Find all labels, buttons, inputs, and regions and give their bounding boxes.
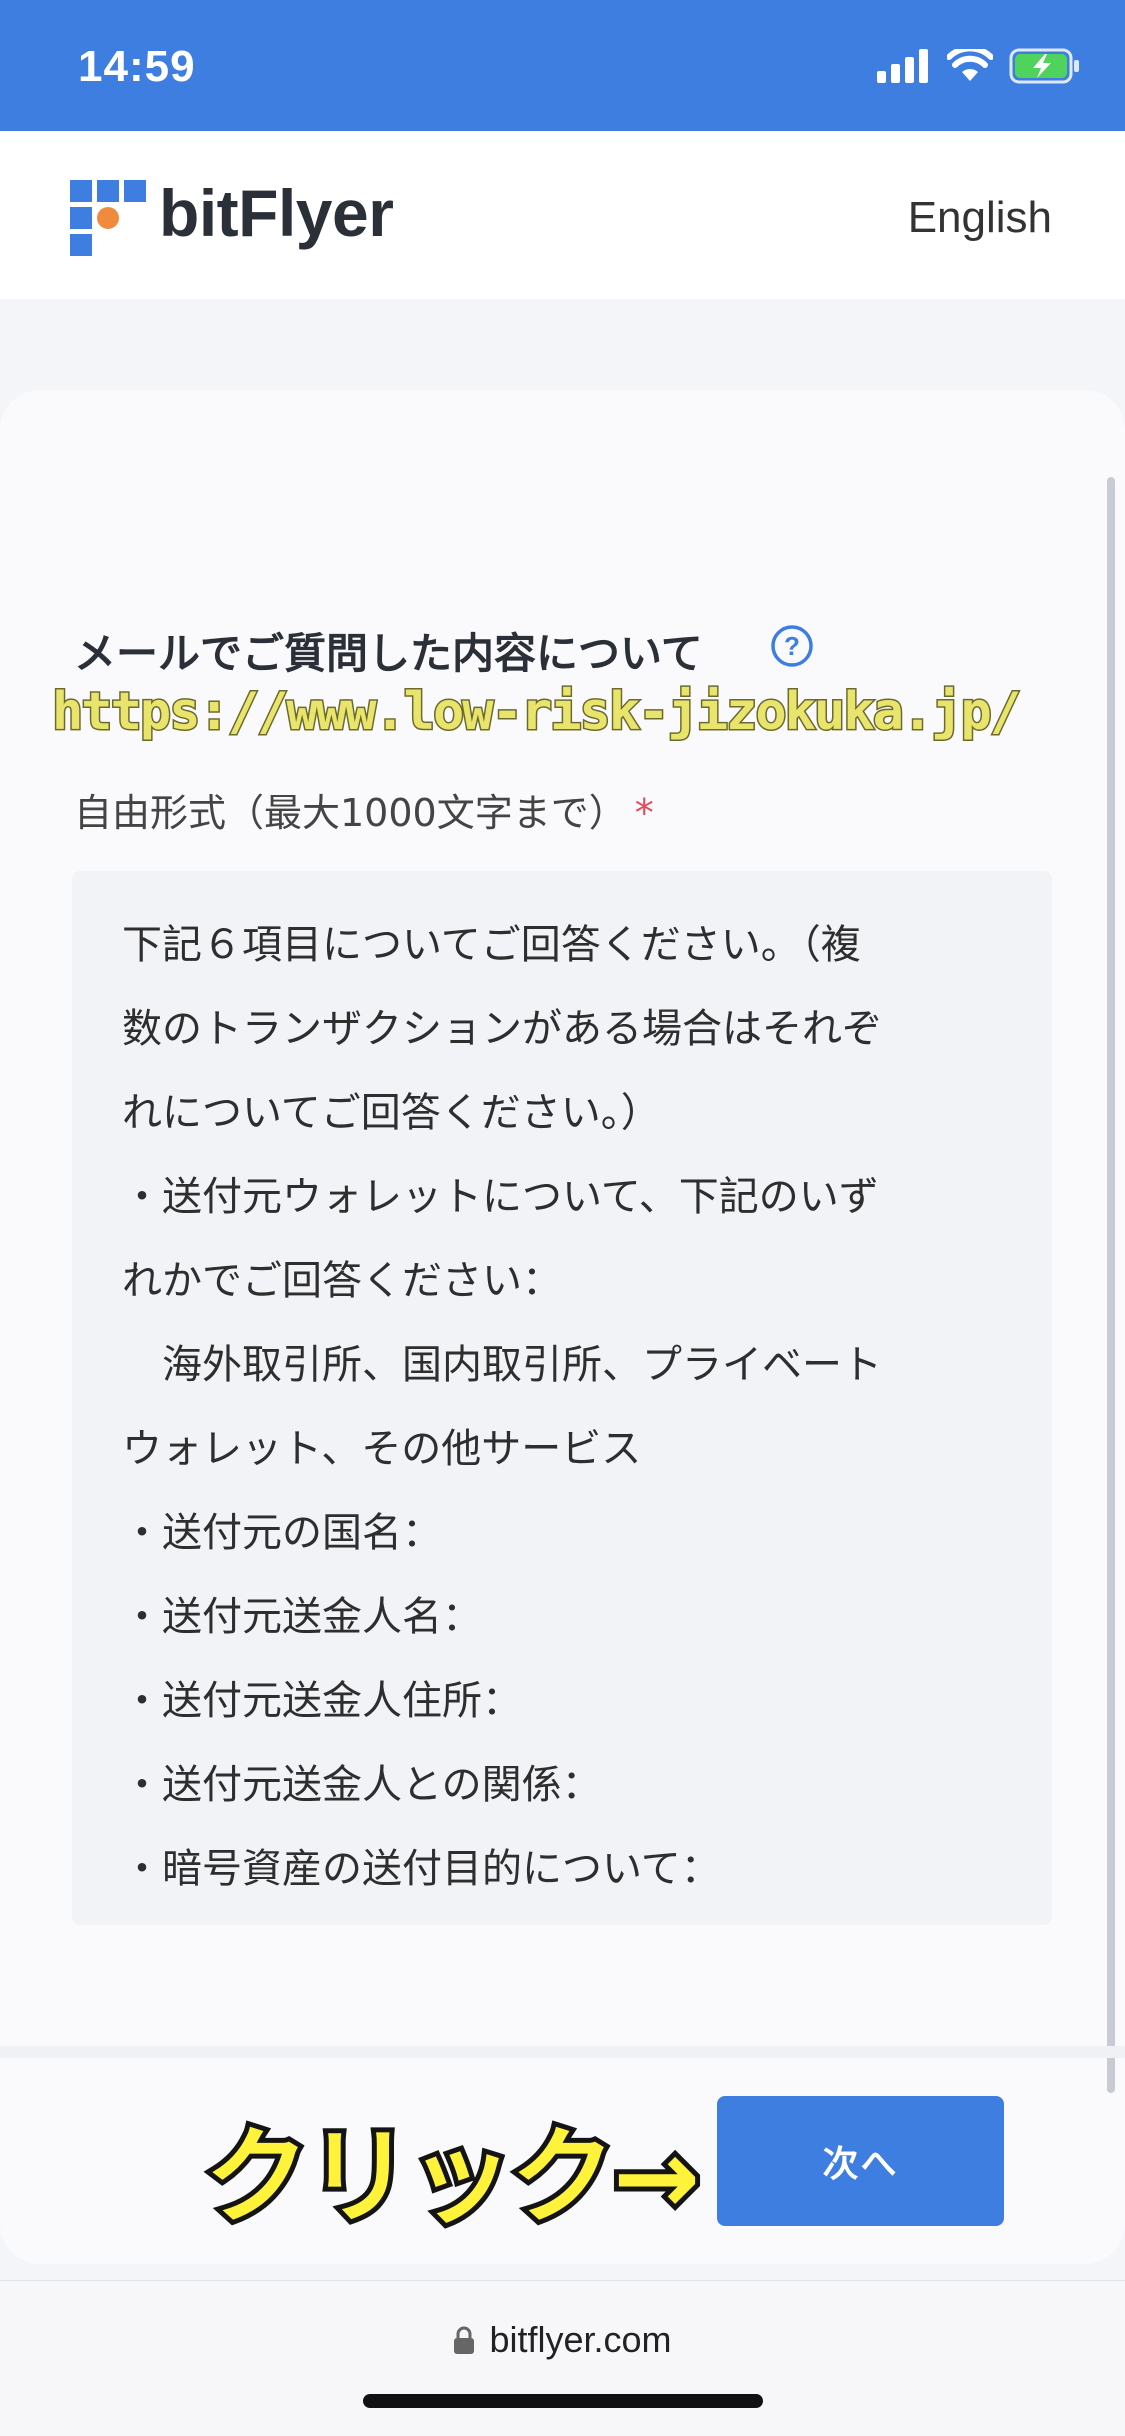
watermark-url: https://www.low-risk-jizokuka.jp/ [50, 681, 1022, 744]
textarea-line: 海外取引所、国内取引所、プライベート [122, 1342, 882, 1388]
question-circle-icon[interactable]: ? [770, 624, 814, 668]
footer-divider [0, 2046, 1125, 2058]
required-mark: * [634, 791, 654, 835]
cellular-signal-icon [877, 49, 928, 83]
field-title: メールでご質問した内容について [74, 629, 703, 678]
textarea-line: 下記６項目についてご回答ください。（複 [122, 922, 861, 968]
textarea-line: ・送付元ウォレットについて、下記のいず [122, 1174, 879, 1220]
textarea-line: ・送付元送金人との関係： [122, 1762, 602, 1808]
textarea-line: ・暗号資産の送付目的について： [122, 1846, 721, 1892]
site-header: bitFlyer English [0, 131, 1125, 299]
textarea-line: ・送付元送金人住所： [122, 1678, 522, 1724]
language-switch-link[interactable]: English [908, 193, 1052, 243]
status-icons [877, 48, 1081, 84]
wifi-icon [947, 49, 993, 81]
bitflyer-logo-icon [70, 180, 146, 256]
field-subtitle-text: 自由形式（最大1000文字まで） [74, 791, 627, 835]
url-text: bitflyer.com [489, 2319, 672, 2360]
brand-name: bitFlyer [159, 176, 394, 250]
svg-text:?: ? [784, 631, 800, 661]
textarea-line: ・送付元送金人名： [122, 1594, 482, 1640]
field-subtitle: 自由形式（最大1000文字まで） * [74, 782, 654, 837]
textarea-line: 数のトランザクションがある場合はそれぞ [122, 1006, 882, 1052]
home-indicator[interactable] [363, 2394, 763, 2408]
textarea-line: れかでご回答ください： [122, 1258, 562, 1304]
status-bar: 14:59 [0, 0, 1125, 131]
scrollbar[interactable] [1107, 477, 1115, 2093]
browser-address-bar[interactable]: bitflyer.com [0, 2280, 1125, 2436]
lock-icon [454, 2326, 475, 2354]
status-time: 14:59 [78, 42, 196, 91]
click-annotation: クリック→ [200, 2111, 705, 2243]
next-button[interactable]: 次へ [717, 2096, 1004, 2226]
textarea-line: れについてご回答ください。） [122, 1090, 661, 1136]
textarea-line: ウォレット、その他サービス [122, 1426, 642, 1472]
battery-charging-icon [1009, 48, 1079, 84]
textarea-line: ・送付元の国名： [122, 1510, 442, 1556]
url-display[interactable]: bitflyer.com [0, 2319, 1125, 2361]
